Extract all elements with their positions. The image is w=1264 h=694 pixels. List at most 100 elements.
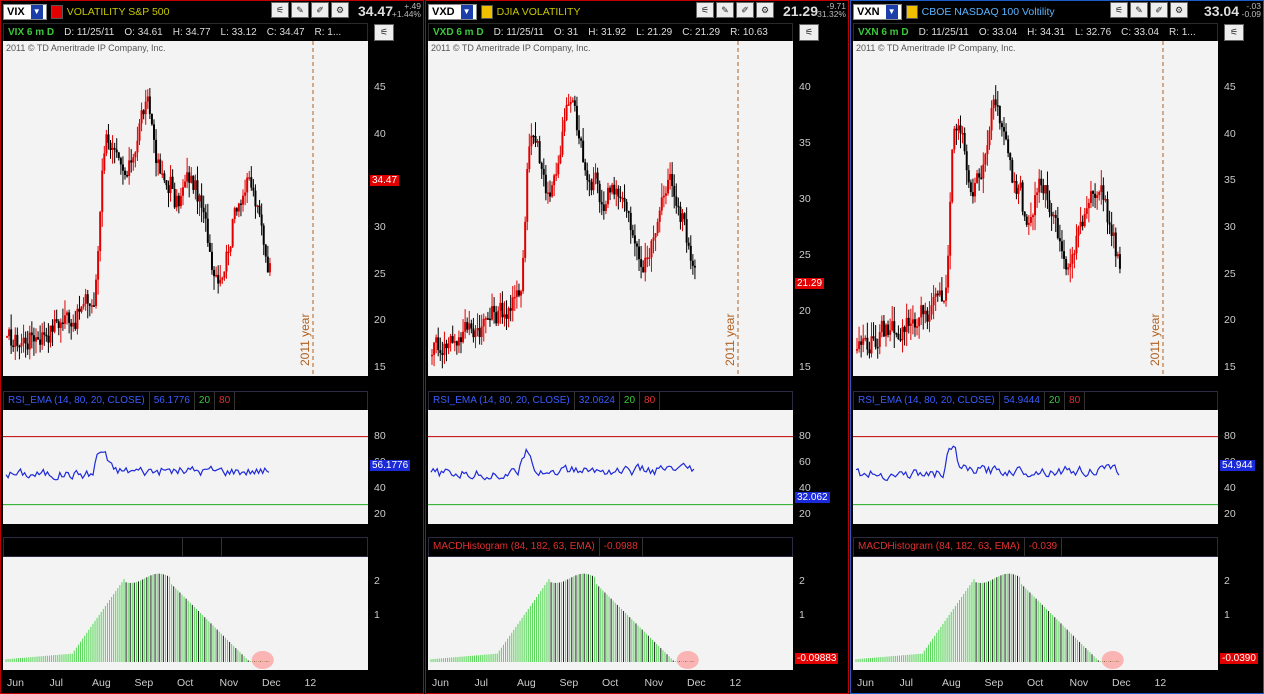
rsi-line <box>430 447 695 481</box>
rsi-study-bar[interactable]: RSI_EMA (14, 80, 20, CLOSE) 56.1776 20 80 <box>3 391 368 411</box>
candle-body <box>146 96 149 102</box>
rsi-chart[interactable] <box>428 410 793 524</box>
candle-body <box>95 279 98 307</box>
candle-body <box>215 274 218 277</box>
symbol-selector[interactable]: VXN ▼ <box>853 4 902 20</box>
candle-body <box>51 325 54 332</box>
candle-body <box>606 187 609 205</box>
rsi-title: RSI_EMA (14, 80, 20, CLOSE) <box>4 392 150 410</box>
chevron-down-icon[interactable]: ▼ <box>885 5 898 19</box>
rsi-study-bar[interactable]: RSI_EMA (14, 80, 20, CLOSE) 54.9444 20 80 <box>853 391 1218 411</box>
macd-study-bar[interactable]: MACDHistogram (84, 182, 63, EMA) -0.039 <box>853 537 1218 557</box>
candle-body <box>6 336 8 338</box>
drawing-tool-icon[interactable]: ✎ <box>1130 2 1148 18</box>
rsi-axis-label: 20 <box>799 508 811 520</box>
price-chart[interactable]: 2011 © TD Ameritrade IP Company, Inc. 201… <box>428 41 793 376</box>
rsi-study-bar[interactable]: RSI_EMA (14, 80, 20, CLOSE) 32.0624 20 80 <box>428 391 793 411</box>
candle-body <box>256 205 259 208</box>
symbol-selector[interactable]: VXD ▼ <box>428 4 477 20</box>
candle-body <box>248 177 251 179</box>
candle-body <box>1075 235 1078 254</box>
drawing-tool-icon[interactable]: ✎ <box>716 2 734 18</box>
candle-body <box>677 205 680 208</box>
settings-icon[interactable]: ⚙ <box>756 2 774 18</box>
macd-chart[interactable] <box>3 557 368 670</box>
price-last-marker: 34.47 <box>370 175 400 186</box>
candle-body <box>667 179 670 194</box>
rsi-high-level: 80 <box>215 392 236 410</box>
symbol-selector[interactable]: VIX ▼ <box>3 4 47 20</box>
rsi-axis-label: 20 <box>374 508 386 520</box>
macd-study-bar[interactable]: MACDHistogram (84, 182, 63, EMA) -0.0988 <box>428 537 793 557</box>
info-c: C: 34.47 <box>266 27 305 38</box>
candle-body <box>1046 185 1049 201</box>
candle-body <box>167 185 170 194</box>
chart-tools: ⚟ ✎ ✐ ⚙ <box>696 2 774 18</box>
candle-body <box>963 132 966 152</box>
candle-body <box>675 196 678 206</box>
date-axis-label: 12 <box>729 677 742 689</box>
candle-body <box>99 211 102 252</box>
info-r: R: 1... <box>1168 27 1196 38</box>
candle-body <box>528 146 531 169</box>
candle-body <box>932 296 935 306</box>
candle-body <box>899 339 902 341</box>
candle-body <box>37 337 40 340</box>
chart-menu-icon[interactable]: ⚟ <box>374 24 394 41</box>
settings-icon[interactable]: ⚙ <box>331 2 349 18</box>
candle-body <box>97 251 100 280</box>
candle-body <box>242 195 245 205</box>
candle-body <box>484 318 487 320</box>
settings-icon[interactable]: ⚙ <box>1170 2 1188 18</box>
edit-icon[interactable]: ✐ <box>1150 2 1168 18</box>
candle-body <box>646 257 649 260</box>
candle-body <box>435 337 438 343</box>
candle-body <box>451 336 454 343</box>
macd-chart[interactable] <box>428 557 793 670</box>
candle-body <box>192 175 195 190</box>
chart-menu-icon[interactable]: ⚟ <box>799 24 819 41</box>
candle-body <box>590 181 593 191</box>
chevron-down-icon[interactable]: ▼ <box>30 5 43 19</box>
candle-body <box>1009 153 1012 161</box>
candle-body <box>150 113 153 125</box>
chart-style-icon[interactable]: ⚟ <box>696 2 714 18</box>
date-axis-label: Sep <box>559 677 579 689</box>
candle-body <box>520 291 523 296</box>
candle-body <box>169 176 172 194</box>
candle-body <box>14 334 17 347</box>
rsi-title: RSI_EMA (14, 80, 20, CLOSE) <box>854 392 1000 410</box>
candle-body <box>210 251 213 270</box>
candle-body <box>882 320 885 337</box>
candle-body <box>957 125 960 131</box>
chart-style-icon[interactable]: ⚟ <box>1110 2 1128 18</box>
candle-body <box>138 123 141 141</box>
chart-menu-icon[interactable]: ⚟ <box>1224 24 1244 41</box>
rsi-chart[interactable] <box>853 410 1218 524</box>
rsi-chart[interactable] <box>3 410 368 524</box>
chevron-down-icon[interactable]: ▼ <box>460 5 473 19</box>
info-l: L: 32.76 <box>1074 27 1112 38</box>
candle-body <box>600 202 603 205</box>
price-chart[interactable]: 2011 © TD Ameritrade IP Company, Inc. 201… <box>853 41 1218 376</box>
edit-icon[interactable]: ✐ <box>311 2 329 18</box>
rsi-line <box>855 445 1120 482</box>
candle-body <box>592 178 595 191</box>
rsi-plot <box>428 436 793 506</box>
candle-body <box>266 256 269 273</box>
macd-study-bar[interactable] <box>3 537 368 557</box>
candle-body <box>1087 202 1090 209</box>
candle-body <box>893 321 896 334</box>
price-chart[interactable]: 2011 © TD Ameritrade IP Company, Inc. 201… <box>3 41 368 376</box>
highlight-circle <box>676 651 699 669</box>
candle-body <box>945 287 948 301</box>
chart-style-icon[interactable]: ⚟ <box>271 2 289 18</box>
edit-icon[interactable]: ✐ <box>736 2 754 18</box>
candle-body <box>629 212 632 231</box>
rsi-last-marker: 56.1776 <box>370 460 411 471</box>
candle-body <box>959 125 962 134</box>
candle-body <box>233 208 236 220</box>
candle-body <box>59 322 62 328</box>
macd-chart[interactable] <box>853 557 1218 670</box>
drawing-tool-icon[interactable]: ✎ <box>291 2 309 18</box>
